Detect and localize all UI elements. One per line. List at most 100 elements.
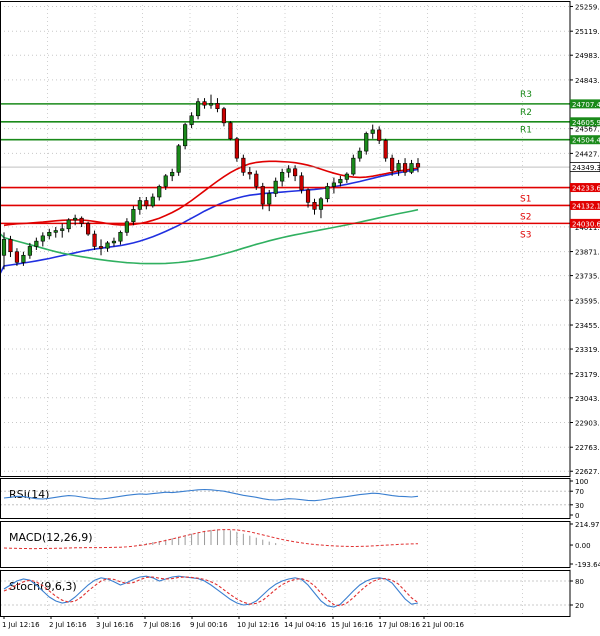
candle-body [195,101,201,117]
candle-body [267,193,272,205]
candle [383,138,388,162]
level-label-s2: S2 [520,212,531,222]
trading-chart: R3 R2 R1 S1 S2 S3 RSI(14) MACD(12,26,9) Stoch(9… [0,0,600,632]
candle-body [208,103,214,106]
y-tick-label: 24843.0 [575,77,600,85]
stoch-tick-label: 20 [575,602,584,610]
candle-body [92,233,97,247]
candle-body [221,108,227,124]
y-tick-label: 25259.0 [575,3,600,11]
candle-body [286,168,291,173]
candle-body [280,171,285,182]
candle-body [79,217,84,224]
macd-tick-label: -193.64 [575,561,600,569]
level-price-text: 24605.9 [572,119,600,127]
candle-body [157,186,162,198]
x-tick-label: 10 Jul 12:16 [237,621,280,629]
candle-body [105,242,110,249]
candle-body [299,175,304,191]
candle-body [47,232,52,237]
candle-body [163,175,168,187]
y-tick-label: 24567.0 [575,126,600,134]
y-tick-label: 23179.0 [575,371,600,379]
macd-tick-label: 0.00 [575,542,591,550]
candle-body [86,223,91,235]
candle-body [312,202,317,210]
x-tick-label: 3 Jul 16:16 [96,621,134,629]
candle-body [53,230,58,233]
candle-body [183,124,188,147]
candle-body [383,140,388,159]
level-label-r3: R3 [520,90,532,100]
y-tick-label: 22627.0 [575,468,600,476]
y-tick-label: 23871.0 [575,249,600,257]
candle-body [228,122,233,140]
candle-body [402,163,408,173]
candle-body [40,235,45,242]
candle-body [247,171,252,175]
candle [183,122,188,150]
candle-body [131,209,136,223]
candle-body [137,200,142,210]
macd-tick-label: 214.97 [575,521,600,529]
candle-body [170,171,175,177]
candle-body [1,239,7,256]
level-price-text: 24707.4 [572,101,600,109]
candle-body [396,163,401,171]
candle [364,131,369,155]
level-price-text: 24504.4 [572,137,600,145]
x-tick-label: 9 Jul 00:16 [190,621,228,629]
stoch-tick-label: 80 [575,578,584,586]
candle-body [98,246,104,249]
candle-body [34,240,39,247]
candle-body [27,246,32,256]
candle [86,221,91,236]
rsi-tick-label: 70 [575,488,584,496]
candle [228,121,233,141]
x-tick-label: 15 Jul 16:16 [331,621,374,629]
candle-body [338,179,343,184]
chart-canvas: R3R2R1S1S2S3 RSI(14)MACD(12,26,9)Stoch(9… [0,0,600,632]
candle-body [415,163,421,168]
candle-body [14,251,20,263]
level-label-s1: S1 [520,195,531,205]
candle-body [305,189,311,203]
level-label-r2: R2 [520,108,532,118]
candle-body [176,145,181,173]
candle-body [377,129,382,141]
x-tick-label: 1 Jul 12:16 [2,621,40,629]
candle-body [215,103,220,110]
x-tick-label: 7 Jul 08:16 [143,621,181,629]
rsi-tick-label: 30 [575,502,584,510]
candle-body [8,239,13,253]
macd-title: MACD(12,26,9) [9,531,93,544]
y-tick-label: 22763.0 [575,444,600,452]
candle-body [150,196,155,207]
x-tick-label: 21 Jul 00:16 [422,621,465,629]
candle-body [273,180,278,194]
level-price-text: 24132.1 [572,202,600,210]
y-tick-label: 22903.0 [575,419,600,427]
candle-body [60,228,65,231]
candle-body [202,101,207,106]
y-tick-label: 25119.0 [575,28,600,36]
y-tick-label: 23319.0 [575,346,600,354]
level-label-s3: S3 [520,230,531,240]
candle-body [66,219,71,230]
candle-body [241,157,246,173]
candle-body [370,129,375,134]
candle-body [409,163,414,173]
candle-body [351,157,356,175]
candle-body [344,173,349,180]
x-tick-label: 14 Jul 04:16 [284,621,327,629]
candle-body [293,168,298,177]
candle [234,136,239,162]
candle-body [124,221,129,233]
y-tick-label: 23043.0 [575,395,600,403]
x-tick-label: 17 Jul 08:16 [378,621,421,629]
candle-body [390,157,395,171]
y-tick-label: 23595.0 [575,297,600,305]
rsi-tick-label: 100 [575,478,588,486]
candle-body [111,240,117,244]
y-tick-label: 23735.0 [575,273,600,281]
